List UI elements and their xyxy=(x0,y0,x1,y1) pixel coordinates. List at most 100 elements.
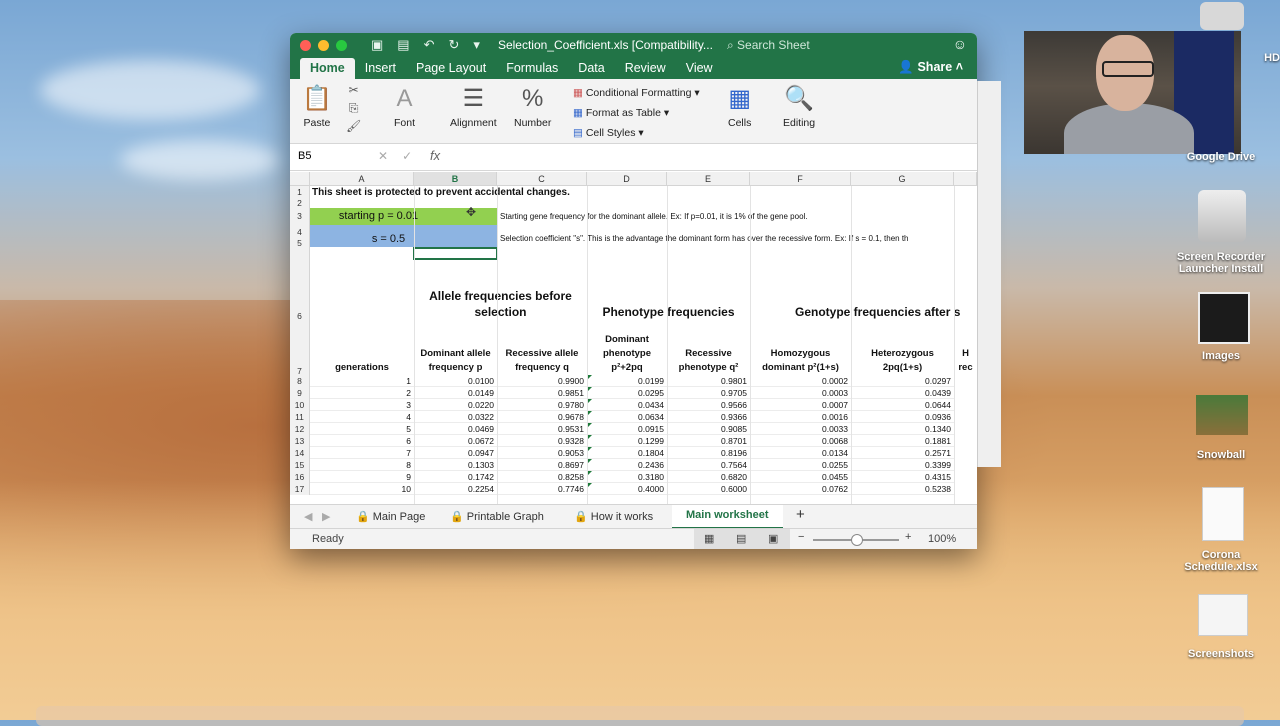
column-header-d[interactable]: D xyxy=(587,172,667,186)
data-cell[interactable]: 0.0033 xyxy=(750,423,851,435)
column-header-b[interactable]: B xyxy=(414,172,497,186)
data-cell[interactable]: 10 xyxy=(310,483,414,495)
confirm-icon[interactable]: ✓ xyxy=(402,149,426,163)
select-all-corner[interactable] xyxy=(290,172,310,186)
data-cell[interactable]: 0.0003 xyxy=(750,387,851,399)
data-cell[interactable]: 2 xyxy=(310,387,414,399)
row-header[interactable]: 17 xyxy=(290,483,310,495)
column-header-e[interactable]: E xyxy=(667,172,750,186)
data-cell[interactable]: 0.0016 xyxy=(750,411,851,423)
data-cell[interactable]: 0.0297 xyxy=(851,375,954,387)
tab-insert[interactable]: Insert xyxy=(355,61,406,79)
zoom-in-button[interactable]: + xyxy=(905,531,911,543)
column-header-f[interactable]: F xyxy=(750,172,851,186)
data-cell[interactable]: 0.0672 xyxy=(414,435,497,447)
cell-styles-button[interactable]: ▤ Cell Styles ▾ xyxy=(573,127,644,139)
prev-sheet-icon[interactable]: ◀ xyxy=(304,510,312,523)
data-cell[interactable]: 0.9566 xyxy=(667,399,750,411)
data-cell[interactable]: 0.0936 xyxy=(851,411,954,423)
column-header-g[interactable]: G xyxy=(851,172,954,186)
cells-button[interactable]: ▦ Cells xyxy=(728,85,751,129)
hard-drive-icon[interactable] xyxy=(1200,2,1244,30)
data-cell[interactable]: 0.0007 xyxy=(750,399,851,411)
data-cell[interactable]: 0.8196 xyxy=(667,447,750,459)
data-cell[interactable]: 0.0947 xyxy=(414,447,497,459)
xlsx-file-icon[interactable] xyxy=(1202,487,1244,541)
screen-recorder-icon[interactable] xyxy=(1198,190,1246,242)
data-cell[interactable]: 0.0762 xyxy=(750,483,851,495)
data-cell[interactable]: 0.0469 xyxy=(414,423,497,435)
number-button[interactable]: % Number xyxy=(514,85,551,129)
row-header[interactable]: 3 xyxy=(290,208,310,225)
tab-page-layout[interactable]: Page Layout xyxy=(406,61,496,79)
data-cell[interactable]: 0.0100 xyxy=(414,375,497,387)
row-header[interactable]: 2 xyxy=(290,199,310,208)
fx-icon[interactable]: fx xyxy=(430,148,440,163)
copy-icon[interactable]: ⎘ xyxy=(346,99,361,117)
data-cell[interactable]: 0.8701 xyxy=(667,435,750,447)
data-cell[interactable]: 0.2571 xyxy=(851,447,954,459)
editing-button[interactable]: 🔍 Editing xyxy=(783,85,815,129)
tab-review[interactable]: Review xyxy=(615,61,676,79)
row-header[interactable]: 7 xyxy=(290,322,310,376)
data-cell[interactable]: 0.9085 xyxy=(667,423,750,435)
data-cell[interactable]: 0.0134 xyxy=(750,447,851,459)
sheet-tab-printable-graph[interactable]: 🔒 Printable Graph xyxy=(450,510,544,523)
data-cell[interactable]: 0.0295 xyxy=(587,387,667,399)
data-cell[interactable]: 6 xyxy=(310,435,414,447)
customize-icon[interactable]: ▾ xyxy=(473,37,480,53)
format-painter-icon[interactable]: 🖌 xyxy=(346,117,361,135)
data-cell[interactable]: 0.8258 xyxy=(497,471,587,483)
row-header[interactable]: 5 xyxy=(290,239,310,247)
data-cell[interactable]: 0.2254 xyxy=(414,483,497,495)
data-cell[interactable]: 0.9851 xyxy=(497,387,587,399)
data-cell[interactable]: 0.6000 xyxy=(667,483,750,495)
column-header-h[interactable] xyxy=(954,172,977,186)
row-header[interactable]: 11 xyxy=(290,411,310,423)
page-break-view-icon[interactable]: ▣ xyxy=(768,532,778,545)
paste-button[interactable]: 📋 Paste xyxy=(302,85,332,129)
data-cell[interactable]: 0.1299 xyxy=(587,435,667,447)
redo-icon[interactable]: ↻ xyxy=(449,37,460,53)
data-cell[interactable]: 0.7564 xyxy=(667,459,750,471)
tab-view[interactable]: View xyxy=(676,61,723,79)
data-cell[interactable]: 0.0434 xyxy=(587,399,667,411)
data-cell[interactable]: 0.2436 xyxy=(587,459,667,471)
alignment-button[interactable]: ☰ Alignment xyxy=(450,85,497,129)
data-cell[interactable]: 9 xyxy=(310,471,414,483)
close-button[interactable] xyxy=(300,39,311,51)
data-cell[interactable]: 0.0149 xyxy=(414,387,497,399)
sheet-tab-main-page[interactable]: 🔒 Main Page xyxy=(356,510,425,523)
data-cell[interactable]: 4 xyxy=(310,411,414,423)
cut-icon[interactable]: ✂ xyxy=(346,81,361,99)
format-as-table-button[interactable]: ▦ Format as Table ▾ xyxy=(573,107,669,119)
data-cell[interactable]: 0.9780 xyxy=(497,399,587,411)
data-cell[interactable]: 0.0220 xyxy=(414,399,497,411)
data-cell[interactable]: 7 xyxy=(310,447,414,459)
data-cell[interactable]: 0.8697 xyxy=(497,459,587,471)
zoom-out-button[interactable]: − xyxy=(798,531,804,543)
sidebar-icon[interactable]: ▣ xyxy=(371,37,383,53)
search-input[interactable]: Search Sheet xyxy=(737,38,810,52)
tab-formulas[interactable]: Formulas xyxy=(496,61,568,79)
data-cell[interactable]: 0.1303 xyxy=(414,459,497,471)
row-header[interactable]: 16 xyxy=(290,471,310,483)
data-cell[interactable]: 0.5238 xyxy=(851,483,954,495)
name-box[interactable]: B5 xyxy=(298,150,311,162)
column-header-a[interactable]: A xyxy=(310,172,414,186)
page-layout-view-icon[interactable]: ▤ xyxy=(736,532,746,545)
data-cell[interactable]: 8 xyxy=(310,459,414,471)
data-cell[interactable]: 0.9053 xyxy=(497,447,587,459)
row-header[interactable]: 13 xyxy=(290,435,310,447)
sheet-tab-main-worksheet[interactable]: Main worksheet xyxy=(672,505,783,529)
normal-view-icon[interactable]: ▦ xyxy=(704,532,714,545)
save-icon[interactable]: ▤ xyxy=(397,37,409,53)
undo-icon[interactable]: ↶ xyxy=(424,37,435,53)
data-cell[interactable]: 0.1881 xyxy=(851,435,954,447)
data-cell[interactable]: 0.3399 xyxy=(851,459,954,471)
tab-data[interactable]: Data xyxy=(568,61,614,79)
data-cell[interactable]: 0.0322 xyxy=(414,411,497,423)
tab-home[interactable]: Home xyxy=(300,58,355,79)
zoom-button[interactable] xyxy=(336,39,347,51)
minimize-button[interactable] xyxy=(318,39,329,51)
